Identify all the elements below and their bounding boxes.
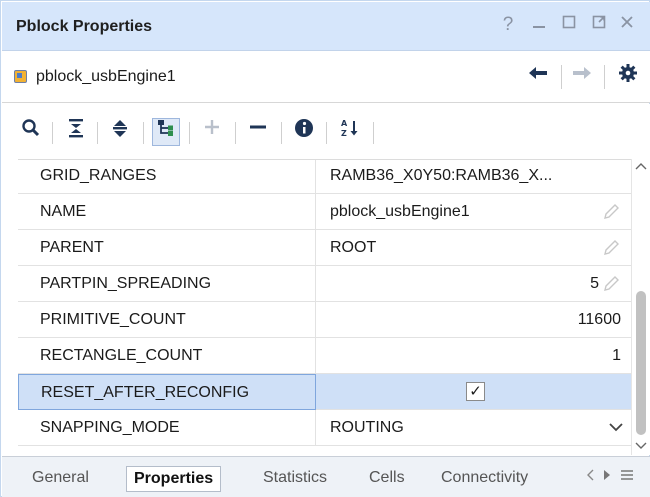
property-value-cell: ✓ bbox=[316, 374, 631, 410]
reset-after-reconfig-checkbox[interactable]: ✓ bbox=[466, 382, 485, 401]
property-value[interactable]: RAMB36_X0Y50:RAMB36_X... bbox=[316, 160, 631, 194]
help-button[interactable]: ? bbox=[497, 14, 519, 36]
property-name: PARENT bbox=[18, 230, 316, 266]
toolbar-divider bbox=[143, 122, 144, 144]
scrollbar-thumb[interactable] bbox=[636, 291, 646, 435]
back-arrow-icon[interactable] bbox=[524, 63, 552, 91]
pblock-icon bbox=[14, 70, 27, 83]
property-row-grid-ranges[interactable]: GRID_RANGES RAMB36_X0Y50:RAMB36_X... bbox=[18, 160, 631, 194]
property-name: NAME bbox=[18, 194, 316, 230]
properties-toolbar: AZ bbox=[2, 104, 650, 159]
property-row-reset-after-reconfig[interactable]: RESET_AFTER_RECONFIG ✓ bbox=[18, 374, 631, 410]
tab-menu-icon[interactable] bbox=[620, 468, 634, 485]
group-icon[interactable] bbox=[152, 118, 180, 146]
forward-arrow-icon[interactable] bbox=[568, 63, 596, 91]
property-value[interactable]: ROUTING bbox=[316, 410, 631, 446]
sort-az-icon[interactable]: AZ bbox=[336, 118, 364, 146]
property-name: PRIMITIVE_COUNT bbox=[18, 302, 316, 338]
property-value: 1 bbox=[612, 347, 621, 364]
svg-text:A: A bbox=[341, 119, 348, 128]
toolbar-divider bbox=[97, 122, 98, 144]
property-name: SNAPPING_MODE bbox=[18, 410, 316, 446]
property-row-primitive-count[interactable]: PRIMITIVE_COUNT 11600 bbox=[18, 302, 631, 338]
tab-scroll-right-icon[interactable] bbox=[602, 468, 612, 485]
tab-connectivity[interactable]: Connectivity bbox=[434, 466, 535, 492]
toolbar-divider bbox=[326, 122, 327, 144]
float-icon[interactable] bbox=[588, 14, 610, 36]
window-title-bar: Pblock Properties ? bbox=[2, 2, 650, 51]
toolbar-divider bbox=[281, 122, 282, 144]
property-row-name[interactable]: NAME pblock_usbEngine1 bbox=[18, 194, 631, 230]
chevron-down-icon[interactable] bbox=[609, 410, 623, 446]
info-icon[interactable] bbox=[290, 118, 318, 146]
property-value[interactable]: 5 bbox=[316, 266, 631, 302]
property-name: RECTANGLE_COUNT bbox=[18, 338, 316, 374]
maximize-icon[interactable] bbox=[558, 14, 580, 36]
pencil-icon[interactable] bbox=[601, 202, 621, 222]
nav-divider bbox=[604, 65, 605, 89]
toolbar-divider bbox=[235, 122, 236, 144]
window-title: Pblock Properties bbox=[16, 18, 153, 35]
property-value: 11600 bbox=[577, 311, 621, 328]
property-name: GRID_RANGES bbox=[18, 160, 316, 194]
search-icon[interactable] bbox=[17, 118, 45, 146]
property-row-snapping-mode[interactable]: SNAPPING_MODE ROUTING bbox=[18, 410, 631, 446]
property-row-parent[interactable]: PARENT ROOT bbox=[18, 230, 631, 266]
pencil-icon[interactable] bbox=[601, 274, 621, 294]
toolbar-divider bbox=[373, 122, 374, 144]
properties-window: Pblock Properties ? pblock_usbEngine1 A … bbox=[0, 0, 650, 497]
close-icon[interactable] bbox=[616, 14, 638, 36]
pencil-icon[interactable] bbox=[601, 238, 621, 258]
remove-icon[interactable] bbox=[244, 118, 272, 146]
expand-all-icon[interactable] bbox=[106, 118, 134, 146]
tab-statistics[interactable]: Statistics bbox=[256, 466, 334, 492]
property-row-rectangle-count[interactable]: RECTANGLE_COUNT 1 bbox=[18, 338, 631, 374]
property-value[interactable]: ROOT bbox=[316, 230, 631, 266]
bottom-tab-bar: General Properties Statistics Cells Conn… bbox=[2, 456, 650, 497]
property-name: PARTPIN_SPREADING bbox=[18, 266, 316, 302]
property-name: RESET_AFTER_RECONFIG bbox=[18, 374, 316, 410]
tab-cells[interactable]: Cells bbox=[362, 466, 412, 492]
vertical-scrollbar[interactable] bbox=[631, 159, 650, 455]
add-icon[interactable] bbox=[198, 118, 226, 146]
property-table: GRID_RANGES RAMB36_X0Y50:RAMB36_X... NAM… bbox=[18, 159, 631, 455]
tab-scroll-left-icon[interactable] bbox=[585, 468, 595, 485]
object-name: pblock_usbEngine1 bbox=[36, 68, 176, 85]
minimize-icon[interactable] bbox=[528, 14, 550, 36]
gear-icon[interactable] bbox=[614, 63, 642, 91]
tab-general[interactable]: General bbox=[25, 466, 96, 492]
toolbar-divider bbox=[52, 122, 53, 144]
toolbar-divider bbox=[189, 122, 190, 144]
collapse-all-icon[interactable] bbox=[62, 118, 90, 146]
scroll-up-icon[interactable] bbox=[635, 161, 647, 173]
scroll-down-icon[interactable] bbox=[635, 441, 647, 453]
tab-properties[interactable]: Properties bbox=[126, 466, 222, 492]
property-row-partpin-spreading[interactable]: PARTPIN_SPREADING 5 bbox=[18, 266, 631, 302]
property-value[interactable]: pblock_usbEngine1 bbox=[316, 194, 631, 230]
nav-divider bbox=[561, 65, 562, 89]
svg-text:Z: Z bbox=[341, 129, 347, 138]
object-bar: pblock_usbEngine1 bbox=[2, 51, 650, 103]
